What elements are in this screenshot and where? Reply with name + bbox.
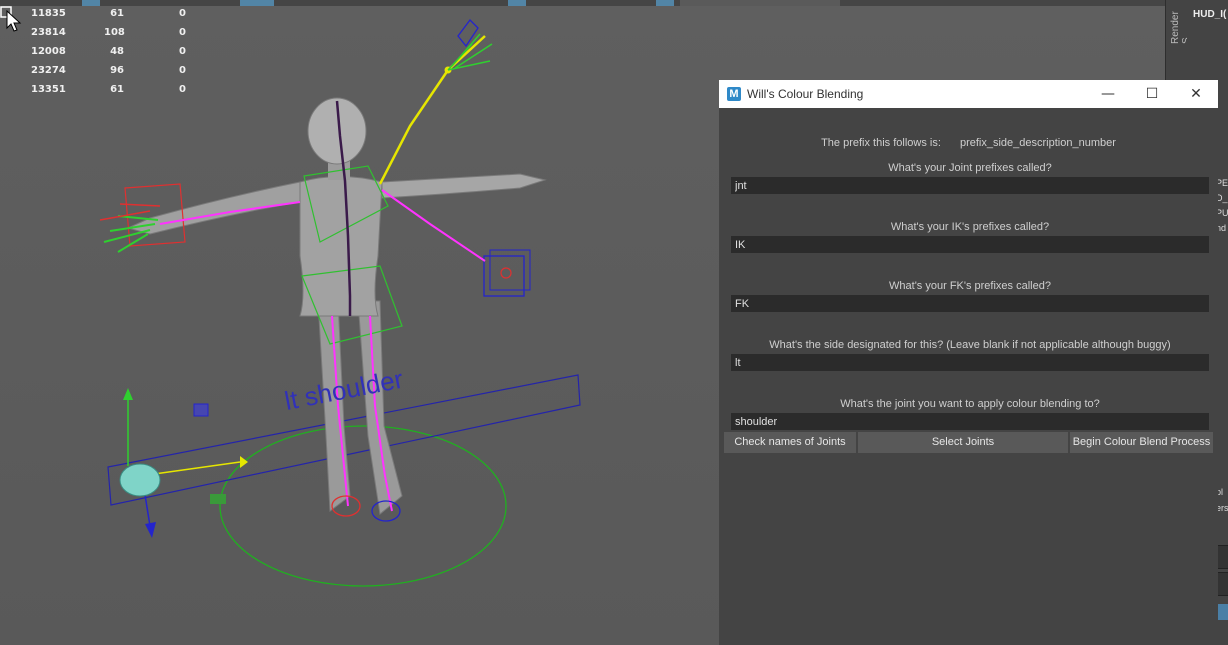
right-leg <box>357 300 403 515</box>
manipulator-center-sphere[interactable] <box>119 463 161 497</box>
manipulator-plane-handle-green[interactable] <box>210 494 226 504</box>
manipulator-x-arrow[interactable] <box>240 456 248 468</box>
fk-prefix-label: What's your FK's prefixes called? <box>889 280 1051 292</box>
minimize-button[interactable]: — <box>1086 80 1130 108</box>
ground-control-circle[interactable] <box>219 425 507 587</box>
character-rig[interactable] <box>0 6 720 645</box>
prefix-text: The prefix this follows is: <box>821 137 941 149</box>
maximize-button[interactable]: ☐ <box>1130 80 1174 108</box>
torso <box>299 176 383 317</box>
joint-prefix-field[interactable] <box>731 177 1209 194</box>
select-joints-button[interactable]: Select Joints <box>858 432 1068 453</box>
joint-name-field[interactable] <box>731 413 1209 430</box>
check-names-button[interactable]: Check names of Joints <box>724 432 856 453</box>
prefix-info: The prefix this follows is: prefix_side_… <box>719 137 1218 149</box>
prefix-value: prefix_side_description_number <box>959 137 1116 149</box>
action-button-row: Check names of Joints Select Joints Begi… <box>724 432 1213 453</box>
fk-prefix-field[interactable] <box>731 295 1209 312</box>
manipulator-z-arrow[interactable] <box>145 522 156 538</box>
joint-name-label: What's the joint you want to apply colou… <box>840 398 1100 410</box>
hand-control-fk[interactable] <box>457 19 479 48</box>
side-field[interactable] <box>731 354 1209 371</box>
joint-prefix-label: What's your Joint prefixes called? <box>888 162 1052 174</box>
manipulator-y-arrow[interactable] <box>123 388 133 400</box>
mouse-cursor-icon <box>0 6 22 32</box>
panel-button[interactable] <box>1217 545 1228 569</box>
close-button[interactable]: ✕ <box>1174 80 1218 108</box>
side-label: What's the side designated for this? (Le… <box>769 339 1171 351</box>
begin-colour-blend-button[interactable]: Begin Colour Blend Process <box>1070 432 1213 453</box>
ik-prefix-field[interactable] <box>731 236 1209 253</box>
panel-button[interactable] <box>1217 572 1228 596</box>
dialog-titlebar[interactable]: M Will's Colour Blending — ☐ ✕ <box>719 80 1218 108</box>
maya-logo-icon: M <box>727 87 741 101</box>
dialog-title: Will's Colour Blending <box>747 87 864 101</box>
manipulator-plane-handle[interactable] <box>193 403 209 417</box>
hud-label: HUD_I( <box>1193 9 1227 20</box>
right-arm <box>381 173 547 199</box>
panel-button[interactable] <box>1217 604 1228 620</box>
arm-ik-chain[interactable] <box>381 189 486 262</box>
ik-prefix-label: What's your IK's prefixes called? <box>890 221 1050 233</box>
colour-blending-dialog: M Will's Colour Blending — ☐ ✕ The prefi… <box>719 80 1218 645</box>
pole-target[interactable] <box>500 267 512 279</box>
left-arm <box>126 181 301 235</box>
